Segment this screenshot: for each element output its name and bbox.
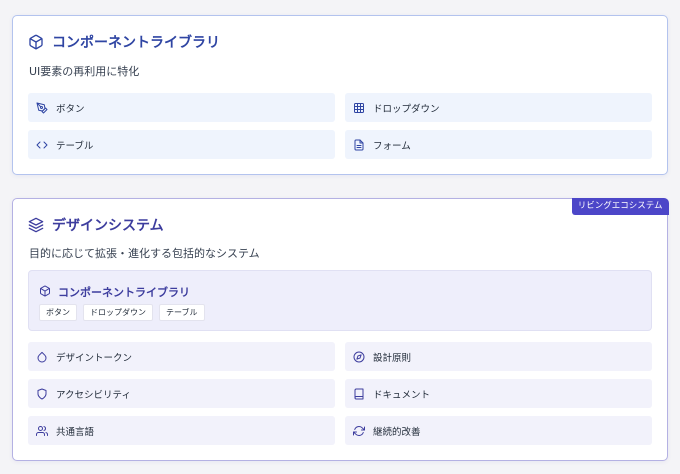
item-shared-language[interactable]: 共通言語 — [28, 416, 335, 445]
item-dropdown[interactable]: ドロップダウン — [345, 93, 652, 122]
item-label: 継続的改善 — [373, 426, 421, 438]
item-label: ドキュメント — [373, 389, 431, 401]
ecosystem-badge: リビングエコシステム — [571, 197, 669, 215]
item-label: 設計原則 — [373, 352, 412, 364]
chip-list: ボタン ドロップダウン テーブル — [39, 304, 205, 321]
refresh-icon — [353, 425, 365, 437]
code-icon — [36, 139, 48, 151]
book-icon — [353, 388, 365, 400]
item-continuous-improvement[interactable]: 継続的改善 — [345, 416, 652, 445]
nested-title: コンポーネントライブラリ — [58, 285, 190, 299]
cube-icon — [39, 282, 51, 301]
item-table[interactable]: テーブル — [28, 130, 335, 159]
component-library-title: コンポーネントライブラリ — [52, 35, 220, 51]
item-documentation[interactable]: ドキュメント — [345, 379, 652, 408]
cube-icon — [28, 34, 44, 50]
shield-icon — [36, 388, 48, 400]
item-accessibility[interactable]: アクセシビリティ — [28, 379, 335, 408]
item-label: フォーム — [373, 140, 411, 152]
item-label: デザイントークン — [56, 352, 133, 364]
nested-component-library[interactable]: コンポーネントライブラリ ボタン ドロップダウン テーブル — [28, 270, 652, 331]
item-design-tokens[interactable]: デザイントークン — [28, 342, 335, 371]
chip: ボタン — [39, 304, 77, 321]
item-design-principles[interactable]: 設計原則 — [345, 342, 652, 371]
layers-icon — [28, 217, 44, 233]
item-label: 共通言語 — [56, 426, 95, 438]
item-label: アクセシビリティ — [56, 389, 131, 401]
design-system-card: リビングエコシステム デザインシステム 目的に応じて拡張・進化する包括的なシステ… — [12, 197, 669, 461]
grid-icon — [353, 102, 365, 114]
item-label: ボタン — [56, 103, 85, 115]
item-button[interactable]: ボタン — [28, 93, 335, 122]
design-system-description: 目的に応じて拡張・進化する包括的なシステム — [29, 247, 260, 260]
item-form[interactable]: フォーム — [345, 130, 652, 159]
pen-tool-icon — [36, 102, 48, 114]
file-text-icon — [353, 139, 365, 151]
item-label: ドロップダウン — [373, 103, 440, 115]
compass-icon — [353, 351, 365, 363]
component-library-header: コンポーネントライブラリ — [28, 32, 220, 52]
chip: ドロップダウン — [83, 304, 153, 321]
design-system-header: デザインシステム — [28, 215, 164, 235]
users-icon — [36, 425, 48, 437]
nested-header: コンポーネントライブラリ — [39, 282, 190, 301]
component-library-description: UI要素の再利用に特化 — [29, 65, 140, 78]
design-system-title: デザインシステム — [52, 218, 164, 234]
item-label: テーブル — [56, 140, 94, 152]
chip: テーブル — [159, 304, 205, 321]
droplet-icon — [36, 351, 48, 363]
component-library-card: コンポーネントライブラリ UI要素の再利用に特化 ボタン ドロップダウン テーブ… — [12, 15, 668, 175]
